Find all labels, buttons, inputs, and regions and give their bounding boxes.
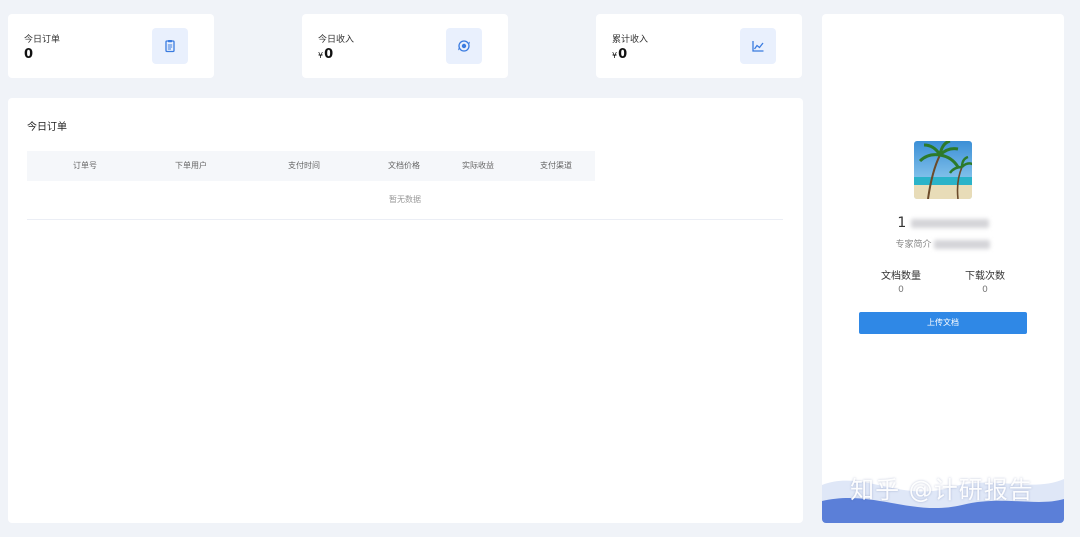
profile-panel: 1 专家简介 文档数量 0 下载次数 0 上传文档: [822, 14, 1064, 523]
metric-docs: 文档数量 0: [856, 267, 946, 295]
metric-value: 0: [898, 285, 904, 295]
stat-card-today-orders: 今日订单 0: [8, 14, 214, 78]
table-header: 订单号 下单用户 支付时间 文档价格 实际收益 支付渠道: [27, 151, 595, 181]
user-intro: 专家简介: [822, 237, 1064, 250]
user-name: 1: [822, 215, 1064, 231]
blurred-name: [910, 218, 989, 228]
watermark-text: 知乎 @计研报告: [850, 476, 1034, 504]
stat-number: 0: [618, 47, 628, 62]
metric-label: 文档数量: [881, 271, 921, 282]
orders-title: 今日订单: [27, 122, 67, 133]
user-name-text: 1: [897, 215, 907, 231]
stat-label: 今日订单: [24, 35, 61, 45]
line-chart-icon: [740, 28, 776, 64]
column-header-order-no[interactable]: 订单号: [73, 151, 97, 181]
user-intro-text: 专家简介: [895, 240, 932, 250]
metric-downloads: 下载次数 0: [940, 267, 1030, 295]
stat-number: 0: [24, 47, 34, 62]
clipboard-icon: [152, 28, 188, 64]
stat-label: 累计收入: [612, 35, 649, 45]
column-header-actual-income[interactable]: 实际收益: [462, 151, 494, 181]
upload-document-button[interactable]: 上传文档: [859, 312, 1027, 334]
metric-label: 下载次数: [965, 271, 1005, 282]
refresh-coin-icon: [446, 28, 482, 64]
stat-value: ¥0: [318, 47, 333, 62]
stat-number: 0: [324, 47, 334, 62]
column-header-doc-price[interactable]: 文档价格: [388, 151, 420, 181]
stat-value: 0: [24, 47, 33, 62]
avatar[interactable]: [914, 141, 972, 199]
metric-value: 0: [982, 285, 988, 295]
orders-panel: 今日订单 订单号 下单用户 支付时间 文档价格 实际收益 支付渠道 暂无数据: [8, 98, 803, 523]
empty-state: 暂无数据: [27, 181, 783, 220]
stat-card-today-income: 今日收入 ¥0: [302, 14, 508, 78]
blurred-intro: [934, 240, 991, 249]
column-header-pay-channel[interactable]: 支付渠道: [540, 151, 572, 181]
currency-symbol: ¥: [612, 51, 618, 60]
column-header-user[interactable]: 下单用户: [175, 151, 207, 181]
stat-label: 今日收入: [318, 35, 355, 45]
column-header-pay-time[interactable]: 支付时间: [288, 151, 320, 181]
stat-card-total-income: 累计收入 ¥0: [596, 14, 802, 78]
stat-value: ¥0: [612, 47, 627, 62]
currency-symbol: ¥: [318, 51, 324, 60]
